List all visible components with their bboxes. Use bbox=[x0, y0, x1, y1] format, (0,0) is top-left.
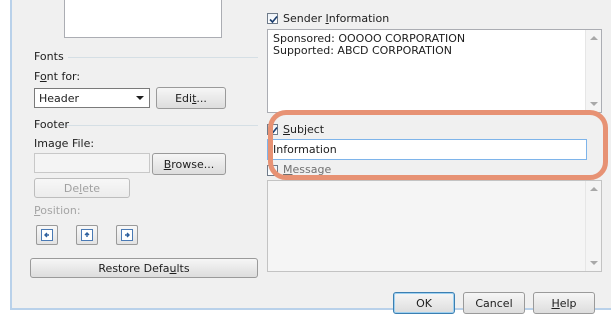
scroll-down-icon bbox=[590, 261, 598, 265]
sender-scrollbar[interactable] bbox=[585, 30, 601, 112]
position-left-button[interactable] bbox=[36, 225, 58, 245]
help-button[interactable]: Help bbox=[533, 292, 595, 314]
image-file-field[interactable] bbox=[34, 153, 150, 173]
position-center-button[interactable] bbox=[76, 225, 98, 245]
dialog: Fonts Font for: Header Edi t... Footer Im… bbox=[10, 0, 611, 314]
preview-box bbox=[64, 0, 222, 38]
subject-highlight bbox=[268, 110, 608, 180]
message-scrollbar[interactable] bbox=[585, 181, 601, 271]
sender-information-label: Sender Information bbox=[283, 12, 390, 25]
cancel-button[interactable]: Cancel bbox=[463, 292, 525, 314]
sender-information-checkbox[interactable] bbox=[267, 13, 278, 24]
delete-button[interactable]: De l ete bbox=[34, 178, 130, 198]
position-label: Position: bbox=[34, 204, 81, 217]
fonts-group-line bbox=[58, 57, 258, 58]
scroll-up-icon bbox=[590, 187, 598, 191]
scroll-up-icon bbox=[590, 36, 598, 40]
message-textbox[interactable] bbox=[267, 180, 602, 272]
scroll-down-icon bbox=[590, 102, 598, 106]
image-file-label: Image File: bbox=[34, 137, 95, 150]
footer-group-label: Footer bbox=[34, 118, 69, 131]
arrow-right-icon bbox=[121, 229, 133, 241]
font-for-label: Font for: bbox=[34, 70, 81, 83]
chevron-down-icon bbox=[136, 96, 144, 100]
browse-button[interactable]: Browse... bbox=[152, 153, 226, 175]
font-for-select[interactable]: Header bbox=[34, 88, 150, 108]
fonts-group-label: Fonts bbox=[34, 50, 68, 63]
edit-font-button[interactable]: Edi t... bbox=[156, 87, 226, 109]
ok-button[interactable]: OK bbox=[393, 292, 455, 314]
footer-group-line bbox=[62, 125, 258, 126]
position-right-button[interactable] bbox=[116, 225, 138, 245]
arrow-left-icon bbox=[41, 229, 53, 241]
font-for-value: Header bbox=[39, 92, 80, 105]
arrow-up-icon bbox=[81, 229, 93, 241]
restore-defaults-button[interactable]: Restore Defa u lts bbox=[30, 258, 258, 278]
sender-information-textbox[interactable]: Sponsored: OOOOO CORPORATION Supported: … bbox=[267, 29, 602, 113]
sender-line-2: Supported: ABCD CORPORATION bbox=[273, 44, 452, 57]
